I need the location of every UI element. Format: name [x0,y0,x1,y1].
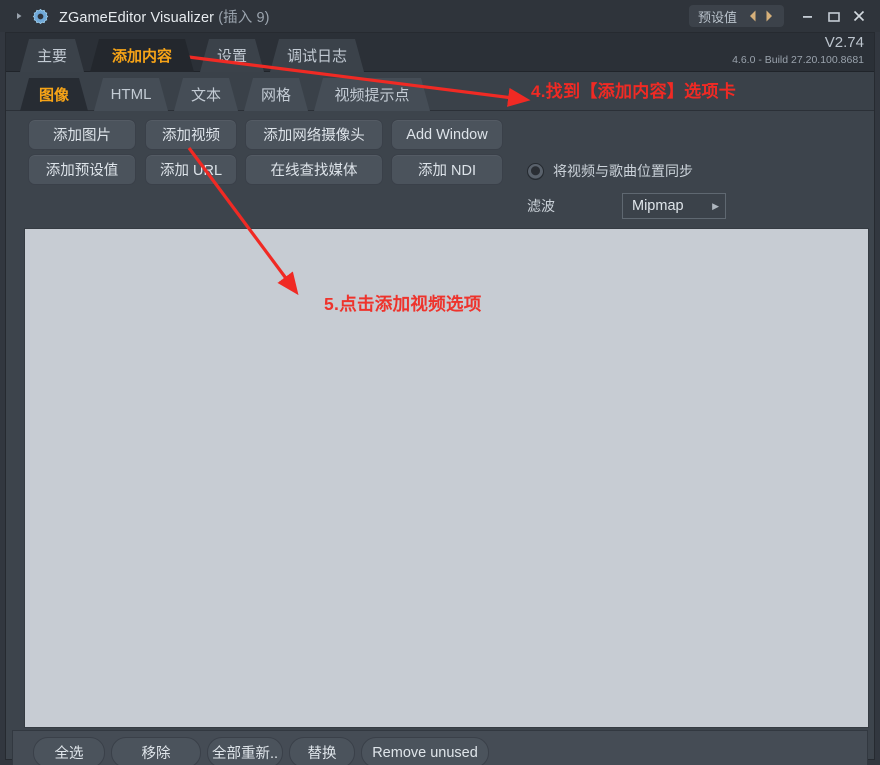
subtab-image[interactable]: 图像 [20,78,88,111]
subtab-video-cue[interactable]: 视频提示点 [314,78,430,111]
select-all-label: 全选 [54,746,84,762]
add-preset-button[interactable]: 添加预设值 [28,154,136,185]
subtab-mesh[interactable]: 网格 [244,78,308,111]
next-arrow-icon[interactable] [761,8,777,24]
bottom-toolbar: 全选 移除 全部重新.. 替换 Remove unused [12,730,868,765]
app-version: V2.74 [824,34,864,51]
tab-debug-log[interactable]: 调试日志 [270,39,364,72]
tab-settings[interactable]: 设置 [200,39,264,72]
add-ndi-button[interactable]: 添加 NDI [391,154,503,185]
replace-label: 替换 [307,746,337,762]
subtab-text-label: 文本 [190,87,221,104]
add-webcam-button[interactable]: 添加网络摄像头 [245,119,383,150]
reload-all-button[interactable]: 全部重新.. [207,737,283,765]
find-media-online-button[interactable]: 在线查找媒体 [245,154,383,185]
window-frame: 主要 添加内容 设置 调试日志 V2.74 4.6.0 - Build 27.2… [5,32,875,765]
add-video-label: 添加视频 [162,128,220,144]
annotation-text-2: 5.点击添加视频选项 [324,294,482,314]
subtab-html-label: HTML [110,86,152,103]
subtab-text[interactable]: 文本 [174,78,238,111]
subtab-video-cue-label: 视频提示点 [334,87,410,104]
title-bar-controls: 预设值 [688,5,872,27]
add-window-button[interactable]: Add Window [391,119,503,150]
maximize-button[interactable] [820,5,846,27]
window-title-suffix: (插入 9) [218,9,270,26]
triangle-right-icon[interactable] [14,11,24,21]
add-webcam-label: 添加网络摄像头 [263,128,365,144]
tab-debug-log-label: 调试日志 [286,48,347,65]
remove-unused-label: Remove unused [372,744,478,761]
add-ndi-label: 添加 NDI [418,163,476,179]
subtab-image-label: 图像 [38,87,69,104]
add-image-label: 添加图片 [53,128,111,144]
sync-video-toggle[interactable]: 将视频与歌曲位置同步 [527,161,693,181]
subtab-mesh-label: 网格 [260,87,291,104]
add-image-button[interactable]: 添加图片 [28,119,136,150]
reload-all-label: 全部重新.. [211,746,279,762]
window-title-main: ZGameEditor Visualizer [59,9,215,26]
gear-icon[interactable] [32,8,49,25]
preset-selector[interactable]: 预设值 [688,5,784,27]
find-media-online-label: 在线查找媒体 [270,163,358,179]
sync-video-label: 将视频与歌曲位置同步 [553,163,693,179]
add-window-label: Add Window [406,126,488,143]
add-video-button[interactable]: 添加视频 [145,119,237,150]
zgameeditor-visualizer-window: ZGameEditor Visualizer (插入 9) 预设值 主要 添加内… [0,0,880,765]
preset-label: 预设值 [697,9,737,25]
subtab-html[interactable]: HTML [94,78,168,111]
add-content-toolbar: 添加图片 添加视频 添加网络摄像头 Add Window 添加预设值 添加 UR… [6,111,874,226]
select-all-button[interactable]: 全选 [33,737,105,765]
radio-knob-icon[interactable] [527,162,544,180]
filter-dropdown[interactable]: Mipmap ▶ [622,193,726,219]
sub-tab-bar: 图像 HTML 文本 网格 视频提示点 [6,72,874,111]
tab-settings-label: 设置 [216,48,247,65]
main-tab-bar: 主要 添加内容 设置 调试日志 V2.74 4.6.0 - Build 27.2… [6,33,874,72]
remove-unused-button[interactable]: Remove unused [361,737,489,765]
minimize-button[interactable] [794,5,820,27]
add-url-button[interactable]: 添加 URL [145,154,237,185]
filter-setting: 滤波 Mipmap ▶ [527,193,726,219]
tab-main-label: 主要 [36,48,67,65]
version-info: V2.74 4.6.0 - Build 27.20.100.8681 [732,34,864,66]
window-title: ZGameEditor Visualizer (插入 9) [59,6,270,27]
prev-arrow-icon[interactable] [745,8,761,24]
filter-value: Mipmap [632,198,684,214]
replace-button[interactable]: 替换 [289,737,355,765]
annotation-text-1: 4.找到【添加内容】选项卡 [531,82,737,101]
build-version: 4.6.0 - Build 27.20.100.8681 [732,54,864,67]
close-button[interactable] [846,5,872,27]
tab-add-content-label: 添加内容 [111,48,172,65]
chevron-right-icon: ▶ [712,200,719,211]
title-bar: ZGameEditor Visualizer (插入 9) 预设值 [0,0,880,32]
remove-button[interactable]: 移除 [111,737,201,765]
add-url-label: 添加 URL [159,163,223,179]
add-preset-label: 添加预设值 [45,163,119,179]
remove-label: 移除 [141,746,171,762]
filter-label: 滤波 [527,198,555,214]
tab-main[interactable]: 主要 [20,39,84,72]
tab-add-content[interactable]: 添加内容 [90,39,194,72]
